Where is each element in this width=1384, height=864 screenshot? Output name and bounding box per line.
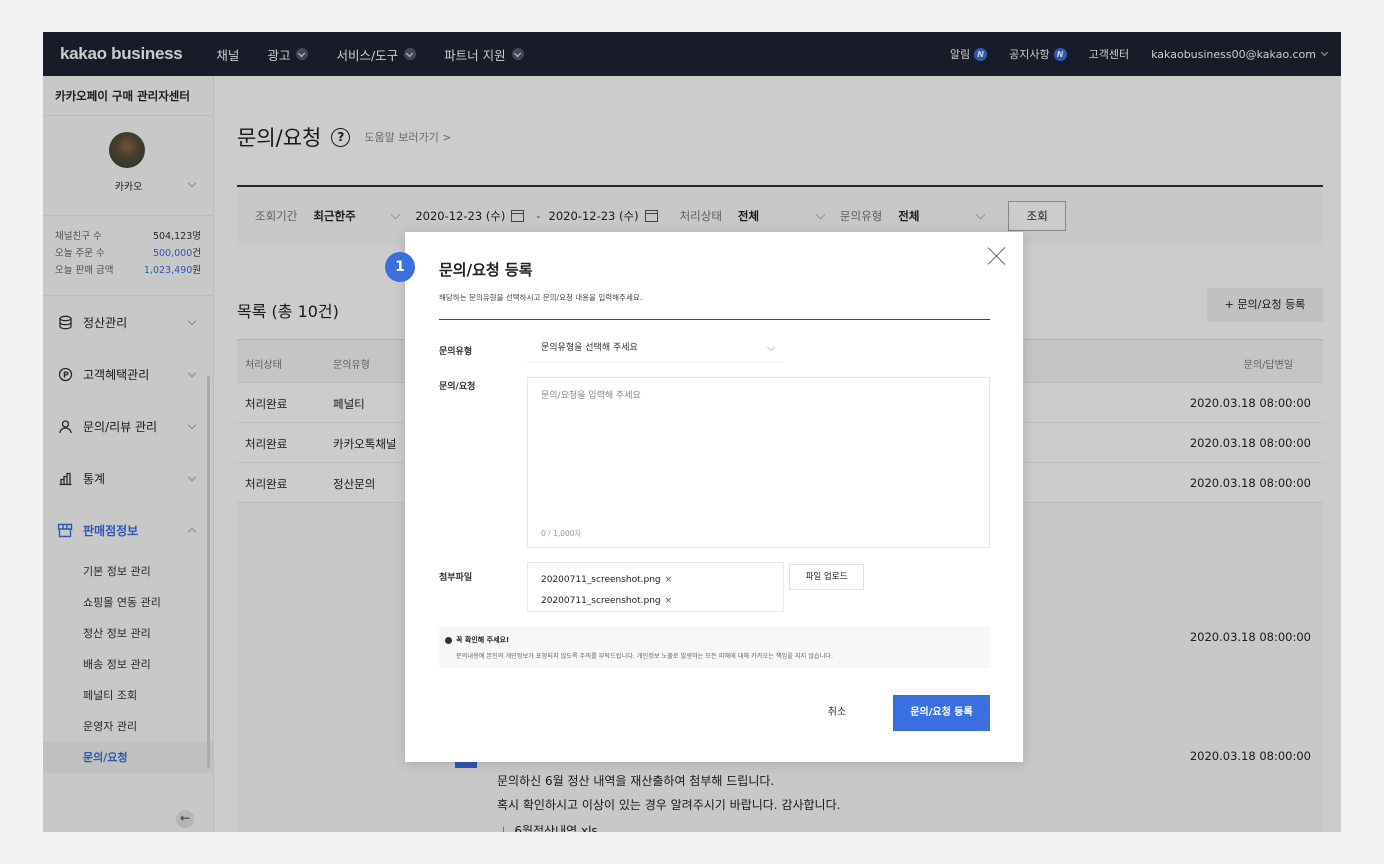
remove-file-icon[interactable]: × bbox=[665, 575, 673, 585]
inquiry-content-textarea[interactable]: 문의/요청을 입력해 주세요 0 / 1,000자 bbox=[527, 377, 990, 548]
remove-file-icon[interactable]: × bbox=[665, 596, 673, 606]
divider bbox=[439, 319, 990, 320]
attached-files: 20200711_screenshot.png × 20200711_screen… bbox=[527, 562, 784, 612]
attached-file: 20200711_screenshot.png × bbox=[541, 575, 673, 585]
notice-box: 꼭 확인해 주세요! 문의내용에 본인의 개인정보가 포함되지 않도록 주의를 … bbox=[439, 627, 990, 668]
inquiry-type-select[interactable]: 문의유형을 선택해 주세요 bbox=[527, 334, 784, 363]
content-label: 문의/요청 bbox=[439, 382, 476, 392]
step-badge: 1 bbox=[385, 252, 415, 282]
file-upload-button[interactable]: 파일 업로드 bbox=[789, 564, 864, 590]
cancel-button[interactable]: 취소 bbox=[789, 695, 885, 731]
inquiry-modal: 문의/요청 등록 해당하는 문의유형을 선택하시고 문의/요청 내용을 입력해주… bbox=[405, 232, 1023, 762]
close-icon[interactable] bbox=[987, 246, 1007, 266]
attached-file: 20200711_screenshot.png × bbox=[541, 596, 673, 606]
modal-subtitle: 해당하는 문의유형을 선택하시고 문의/요청 내용을 입력해주세요. bbox=[439, 293, 643, 302]
submit-inquiry-button[interactable]: 문의/요청 등록 bbox=[893, 695, 990, 731]
type-label: 문의유형 bbox=[439, 347, 473, 357]
char-counter: 0 / 1,000자 bbox=[541, 529, 582, 538]
modal-title: 문의/요청 등록 bbox=[439, 261, 533, 279]
attach-label: 첨부파일 bbox=[439, 573, 473, 583]
info-dot-icon bbox=[445, 636, 452, 644]
